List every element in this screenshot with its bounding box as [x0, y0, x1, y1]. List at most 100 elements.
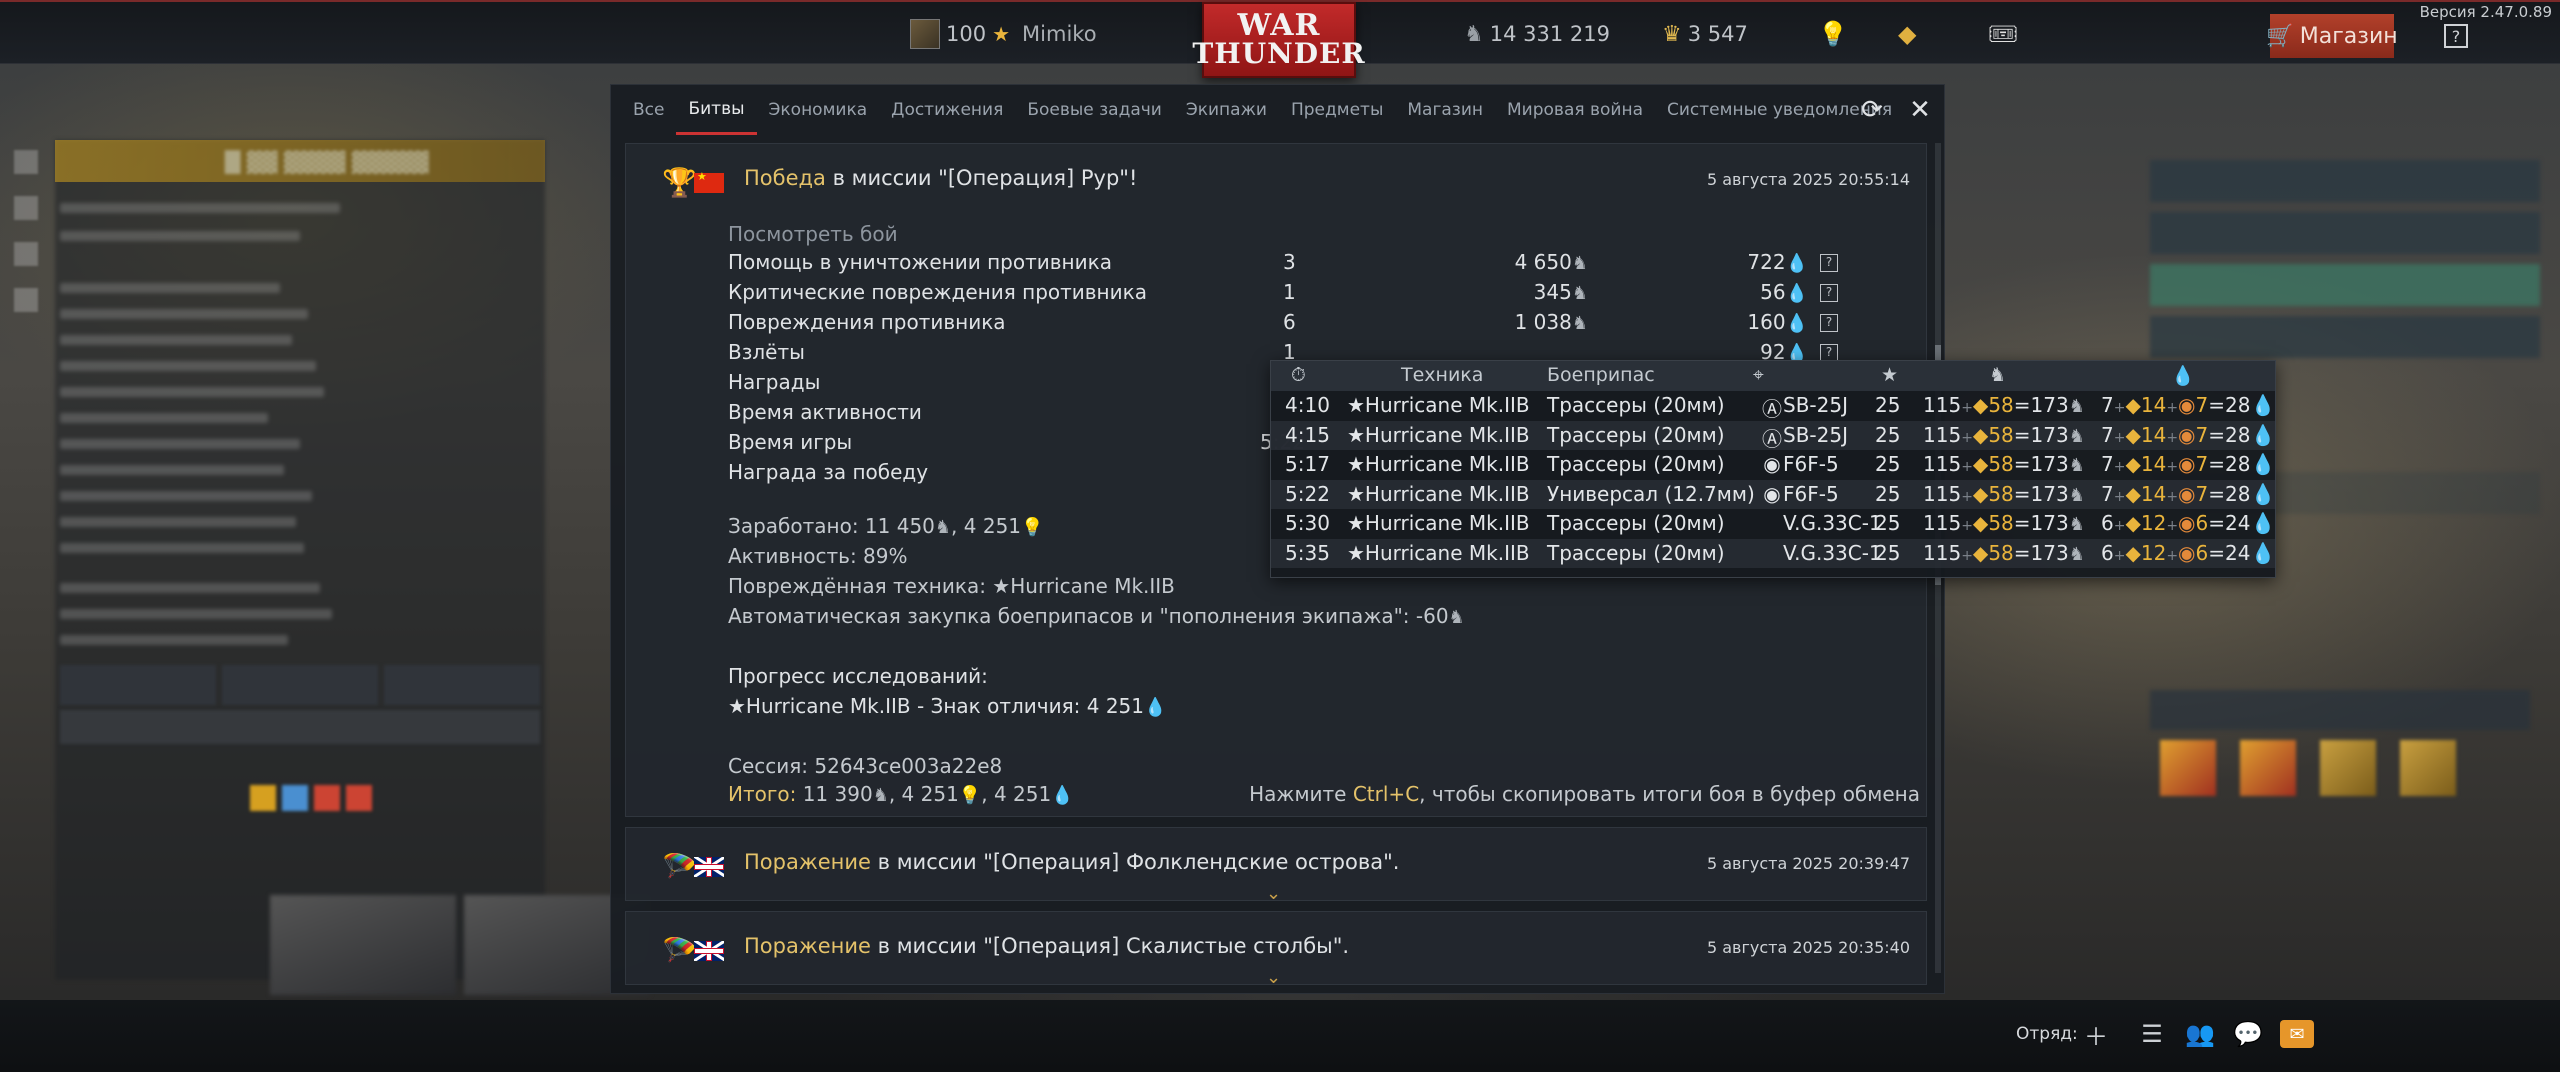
tab-battle-tasks[interactable]: Боевые задачи	[1015, 85, 1174, 135]
reward-label: Награда за победу	[728, 460, 929, 484]
silver-lions-value: 14 331 219	[1489, 22, 1610, 46]
blurred-row	[60, 488, 460, 504]
kill-stars: 25	[1875, 511, 1901, 535]
reward-label: Время активности	[728, 400, 922, 424]
expand-chevron-icon[interactable]: ⌄	[1266, 883, 1281, 904]
blurred-modifications-button	[60, 710, 540, 744]
kill-target: SB-25J	[1783, 393, 1848, 417]
battle-entry[interactable]: 🪂 Поражение в миссии "[Операция] Скалист…	[625, 911, 1927, 988]
reward-details-button[interactable]: ?	[1820, 254, 1838, 272]
research-bulb-icon: 💧	[2171, 365, 2195, 387]
bulb-icon: 💡	[1818, 20, 1848, 48]
kill-target: F6F-5	[1783, 481, 1839, 506]
reward-count: 3	[1283, 250, 1296, 274]
golden-eagle-icon: ♛	[1662, 21, 1682, 47]
reward-details-button[interactable]: ?	[1820, 314, 1838, 332]
add-squad-member-icon[interactable]: ＋	[2080, 1018, 2112, 1051]
copy-hint: Нажмите Ctrl+C, чтобы скопировать итоги …	[1249, 782, 1920, 806]
kill-silver-reward: 115+◆58=173♞	[1923, 511, 2085, 535]
expand-chevron-icon[interactable]: ⌄	[1266, 967, 1281, 988]
chat-icon[interactable]: 💬	[2232, 1018, 2264, 1050]
golden-eagles-value: 3 547	[1687, 22, 1748, 46]
reward-rp: 56💧	[1760, 280, 1808, 304]
kill-silver-reward: 115+◆58=173♞	[1923, 452, 2085, 476]
kill-time: 5:30	[1285, 511, 1330, 535]
blurred-items-header	[2150, 690, 2530, 730]
reward-details-tooltip: ⏱ Техника Боеприпас ⌖ ★ ♞ 💧 4:10 ★Hurrica…	[1270, 360, 2276, 578]
tab-battles[interactable]: Битвы	[676, 85, 757, 135]
kill-ammo: Трассеры (20мм)	[1547, 540, 1725, 565]
tab-all[interactable]: Все	[621, 85, 676, 135]
reward-details-button[interactable]: ?	[1820, 284, 1838, 302]
shop-button[interactable]: 🛒 Магазин	[2266, 14, 2398, 58]
mission-name: в миссии "[Операция] Рур"!	[825, 166, 1138, 190]
golden-eagles-balance[interactable]: ♛ 3 547	[1662, 18, 1748, 50]
tab-shop[interactable]: Магазин	[1395, 85, 1495, 135]
kill-stars: 25	[1875, 393, 1901, 417]
research-progress-item: ★Hurricane Mk.IIB - Знак отличия: 4 251💧	[728, 694, 1167, 718]
mail-icon[interactable]: ✉	[2280, 1020, 2314, 1048]
reward-rp: 160💧	[1747, 310, 1808, 334]
kill-time: 4:15	[1285, 422, 1330, 447]
avatar	[910, 19, 940, 49]
tab-world-war[interactable]: Мировая война	[1495, 85, 1655, 135]
trophy-icon: 🏆	[662, 166, 697, 199]
tooltip-rows: 4:10 ★Hurricane Mk.IIB Трассеры (20мм) Ⓐ SB-…	[1271, 391, 2275, 579]
help-button[interactable]: ?	[2444, 24, 2468, 48]
reward-count: 1	[1283, 280, 1296, 304]
reward-silver: 4 650♞	[1514, 250, 1588, 274]
vehicle-info-title-blurred: █ ▓▓ ▓▓▓▓ ▓▓▓▓▓	[55, 140, 545, 182]
premium-account-button[interactable]: ◆	[1898, 18, 1916, 50]
kill-silver-reward: 115+◆58=173♞	[1923, 481, 2085, 506]
kill-vehicle: ★Hurricane Mk.IIB	[1347, 540, 1530, 565]
tab-achievements[interactable]: Достижения	[879, 85, 1015, 135]
silver-lion-icon: ♞	[1989, 364, 2007, 386]
entry-header[interactable]: 🏆 Победа в миссии "[Операция] Рур"! 5 ав…	[626, 144, 1926, 214]
vehicle-info-panel-blurred	[55, 140, 545, 980]
kill-ammo: Трассеры (20мм)	[1547, 452, 1725, 476]
header-vehicle: Техника	[1401, 364, 1484, 386]
entry-date: 5 августа 2025 20:35:40	[1706, 938, 1910, 957]
reward-label: Взлёты	[728, 340, 805, 364]
silver-lion-icon: ♞	[1448, 607, 1465, 628]
reward-row: Критические повреждения противника 1 345…	[728, 280, 1838, 308]
blurred-row	[60, 410, 460, 426]
coupons-button[interactable]: 🎟	[1988, 18, 2018, 50]
crosshair-icon: ⌖	[1753, 364, 1764, 386]
refresh-icon[interactable]: ⟳	[1857, 95, 1887, 125]
tooltip-row: 5:22 ★Hurricane Mk.IIB Универсал (12.7мм) ◉…	[1271, 479, 2275, 509]
premium-bulb-button[interactable]: 💡	[1818, 18, 1848, 50]
research-bulb-icon: 💧	[1144, 697, 1167, 718]
close-icon[interactable]: ✕	[1905, 95, 1935, 125]
watch-replay-link[interactable]: Посмотреть бой	[728, 222, 898, 246]
premium-diamond-icon: ◆	[1898, 20, 1917, 48]
kill-target: F6F-5	[1783, 452, 1839, 476]
list-icon[interactable]: ☰	[2136, 1018, 2168, 1050]
battle-entry[interactable]: 🪂 Поражение в миссии "[Операция] Фолклен…	[625, 827, 1927, 904]
tooltip-row: 5:17 ★Hurricane Mk.IIB Трассеры (20мм) ◉ F6F…	[1271, 450, 2275, 479]
session-id: Сессия: 52643ce003a22e8	[728, 754, 1003, 778]
game-logo[interactable]: WAR THUNDER	[1192, 2, 1365, 78]
silver-lion-icon: ♞	[1571, 313, 1588, 334]
battle-result: Поражение	[744, 850, 871, 874]
silver-lions-balance[interactable]: ♞ 14 331 219	[1464, 18, 1610, 50]
tab-economy[interactable]: Экономика	[757, 85, 880, 135]
cart-icon: 🛒	[2266, 23, 2294, 49]
blurred-row	[60, 306, 460, 322]
kill-time: 5:35	[1285, 540, 1330, 565]
blurred-nation-flags	[250, 785, 372, 811]
kill-target: V.G.33C-1	[1783, 511, 1882, 535]
kill-time: 5:17	[1285, 452, 1330, 476]
reward-row: Помощь в уничтожении противника 3 4 650♞…	[728, 250, 1838, 278]
contacts-icon[interactable]: 👥	[2184, 1018, 2216, 1050]
kill-target: V.G.33C-1	[1783, 540, 1882, 565]
tab-crews[interactable]: Экипажи	[1174, 85, 1279, 135]
kill-rp-reward: 6+◆12+◉6=24💧	[2101, 511, 2276, 535]
tab-items[interactable]: Предметы	[1279, 85, 1395, 135]
blurred-items-row	[2160, 740, 2456, 796]
top-bar: 100 ★ Mimiko WAR THUNDER ♞ 14 331 219 ♛ …	[0, 0, 2560, 78]
tooltip-row: 4:15 ★Hurricane Mk.IIB Трассеры (20мм) Ⓐ SB-…	[1271, 420, 2275, 451]
entry-title: Поражение в миссии "[Операция] Фолклендс…	[744, 850, 1399, 874]
player-profile[interactable]: 100 ★ Mimiko	[910, 18, 1097, 50]
reward-silver: 345♞	[1533, 280, 1588, 304]
